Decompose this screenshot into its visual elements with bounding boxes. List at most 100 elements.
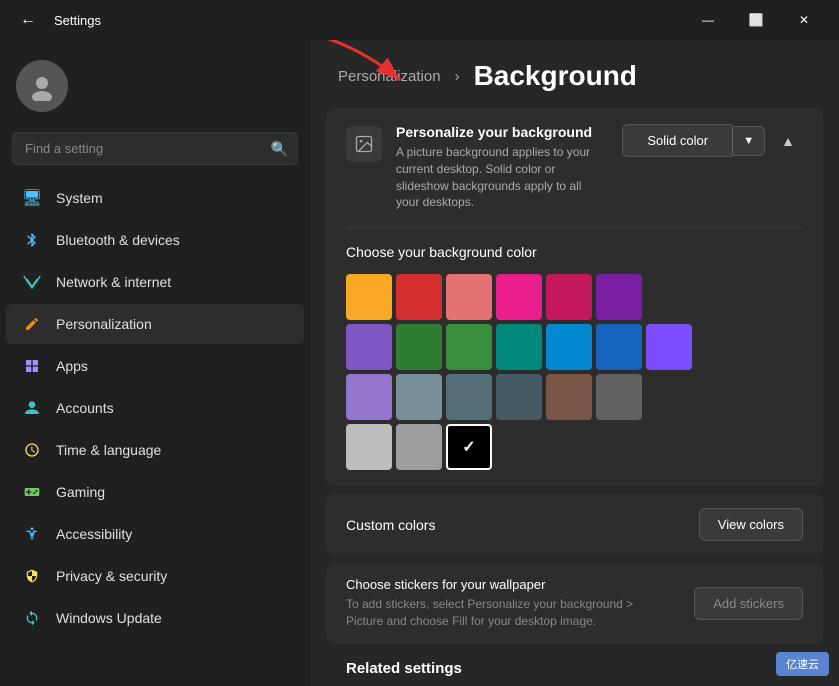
dropdown-control: Solid color ▼	[622, 124, 765, 157]
network-icon	[22, 272, 42, 292]
dropdown-button[interactable]: Solid color	[622, 124, 732, 157]
color-row-4	[346, 424, 803, 470]
sidebar-label-personalization: Personalization	[56, 316, 152, 332]
sidebar-item-update[interactable]: Windows Update	[6, 598, 304, 638]
sidebar-user	[0, 48, 310, 132]
sidebar-label-update: Windows Update	[56, 610, 162, 626]
privacy-icon	[22, 566, 42, 586]
sidebar-item-bluetooth[interactable]: Bluetooth & devices	[6, 220, 304, 260]
stickers-heading: Choose stickers for your wallpaper	[346, 577, 666, 592]
sidebar-label-network: Network & internet	[56, 274, 171, 290]
sidebar-item-gaming[interactable]: Gaming	[6, 472, 304, 512]
stickers-left: Choose stickers for your wallpaper To ad…	[346, 577, 666, 630]
search-icon: 🔍	[271, 140, 288, 157]
sidebar-label-system: System	[56, 190, 103, 206]
back-button[interactable]: ←	[12, 4, 44, 36]
breadcrumb-separator: ›	[455, 68, 460, 85]
color-swatch-orange[interactable]	[346, 274, 392, 320]
bluetooth-icon	[22, 230, 42, 250]
color-swatch-red[interactable]	[396, 274, 442, 320]
sidebar-item-system[interactable]: 🖥 System	[6, 178, 304, 218]
accounts-icon	[22, 398, 42, 418]
update-icon	[22, 608, 42, 628]
color-swatch-gray[interactable]	[396, 424, 442, 470]
dropdown-arrow[interactable]: ▼	[732, 126, 765, 156]
color-swatch-lightblue[interactable]	[546, 324, 592, 370]
content-header: Personalization › Background	[310, 40, 839, 108]
title-bar-controls: — ⬜ ✕	[685, 4, 827, 36]
sidebar-item-personalization[interactable]: Personalization	[6, 304, 304, 344]
color-swatch-pink[interactable]	[546, 274, 592, 320]
color-swatch-lightred[interactable]	[446, 274, 492, 320]
content-body: Personalize your background A picture ba…	[310, 108, 839, 686]
sidebar-item-apps[interactable]: Apps	[6, 346, 304, 386]
maximize-button[interactable]: ⬜	[733, 4, 779, 36]
breadcrumb: Personalization	[338, 68, 441, 85]
color-swatch-medgray[interactable]	[346, 374, 392, 420]
sidebar-label-bluetooth: Bluetooth & devices	[56, 232, 180, 248]
color-swatch-lightgray[interactable]	[346, 424, 392, 470]
color-row-3	[346, 374, 803, 420]
close-button[interactable]: ✕	[781, 4, 827, 36]
custom-colors-section: Custom colors View colors	[326, 494, 823, 555]
time-icon	[22, 440, 42, 460]
color-swatch-mediumpurple[interactable]	[346, 324, 392, 370]
background-card: Personalize your background A picture ba…	[326, 108, 823, 486]
color-swatch-darkbrown[interactable]	[596, 374, 642, 420]
sidebar-item-network[interactable]: Network & internet	[6, 262, 304, 302]
color-picker-section: Choose your background color	[326, 228, 823, 486]
custom-colors-label: Custom colors	[346, 517, 435, 533]
collapse-button[interactable]: ▲	[773, 129, 803, 153]
personalize-heading: Personalize your background	[396, 124, 606, 140]
app-title: Settings	[54, 13, 101, 28]
personalize-section: Personalize your background A picture ba…	[326, 108, 823, 227]
color-swatch-teal[interactable]	[496, 324, 542, 370]
system-icon: 🖥	[22, 188, 42, 208]
color-swatch-purple[interactable]	[596, 274, 642, 320]
apps-icon	[22, 356, 42, 376]
sidebar-label-accessibility: Accessibility	[56, 526, 132, 542]
sidebar-item-time[interactable]: Time & language	[6, 430, 304, 470]
color-swatch-steel[interactable]	[396, 374, 442, 420]
accessibility-icon	[22, 524, 42, 544]
sidebar-label-apps: Apps	[56, 358, 88, 374]
sidebar-label-accounts: Accounts	[56, 400, 114, 416]
color-grid	[346, 274, 803, 470]
view-colors-button[interactable]: View colors	[699, 508, 803, 541]
related-settings-header: Related settings	[326, 652, 823, 685]
personalize-controls: Solid color ▼ ▲	[622, 124, 803, 157]
background-icon	[346, 126, 382, 162]
personalize-description: A picture background applies to your cur…	[396, 144, 606, 211]
color-swatch-darkerslate[interactable]	[496, 374, 542, 420]
color-swatch-hotpink[interactable]	[496, 274, 542, 320]
title-bar-left: ← Settings	[12, 4, 101, 36]
search-box: 🔍	[12, 132, 298, 165]
color-swatch-darkblue[interactable]	[596, 324, 642, 370]
search-input[interactable]	[12, 132, 298, 165]
gaming-icon	[22, 482, 42, 502]
personalization-icon	[22, 314, 42, 334]
sidebar-item-privacy[interactable]: Privacy & security	[6, 556, 304, 596]
avatar	[16, 60, 68, 112]
content-area: Personalization › Background Personalize…	[310, 40, 839, 686]
add-stickers-button[interactable]: Add stickers	[694, 587, 803, 620]
minimize-button[interactable]: —	[685, 4, 731, 36]
color-row-1	[346, 274, 803, 320]
title-bar: ← Settings — ⬜ ✕	[0, 0, 839, 40]
color-swatch-green[interactable]	[446, 324, 492, 370]
page-title: Background	[474, 60, 637, 92]
stickers-section: Choose stickers for your wallpaper To ad…	[326, 563, 823, 644]
main-layout: 🔍 🖥 System Bluetooth & devices Network &…	[0, 40, 839, 686]
personalize-text: Personalize your background A picture ba…	[396, 124, 606, 211]
color-swatch-darkgreen[interactable]	[396, 324, 442, 370]
color-swatch-darksteel[interactable]	[446, 374, 492, 420]
sidebar: 🔍 🖥 System Bluetooth & devices Network &…	[0, 40, 310, 686]
sidebar-label-privacy: Privacy & security	[56, 568, 167, 584]
color-swatch-indigo[interactable]	[646, 324, 692, 370]
color-swatch-black[interactable]	[446, 424, 492, 470]
sidebar-item-accessibility[interactable]: Accessibility	[6, 514, 304, 554]
related-settings-title: Related settings	[346, 660, 462, 677]
color-row-2	[346, 324, 803, 370]
sidebar-item-accounts[interactable]: Accounts	[6, 388, 304, 428]
color-swatch-brown[interactable]	[546, 374, 592, 420]
